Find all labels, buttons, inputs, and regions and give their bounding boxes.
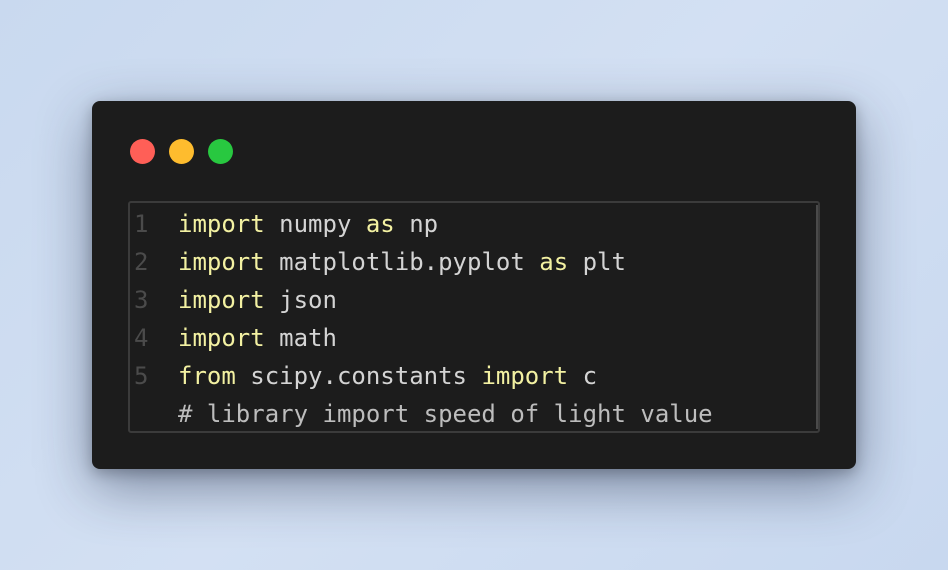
code-token: numpy [264, 210, 366, 238]
keyword-token: from [178, 362, 236, 390]
keyword-token: import [178, 286, 265, 314]
maximize-dot[interactable] [208, 139, 233, 164]
window-controls [130, 139, 233, 164]
code-token: plt [568, 248, 626, 276]
code-window: 1 import numpy as np 2 import matplotlib.py… [92, 101, 856, 469]
code-comment: # library import speed of light value [178, 395, 713, 433]
code-token: json [264, 286, 337, 314]
code-text: import json [178, 281, 337, 319]
line-number: 5 [134, 362, 149, 390]
keyword-token: import [481, 362, 569, 390]
code-line: 1 import numpy as np [130, 205, 818, 243]
code-line: 3 import json [130, 281, 818, 319]
close-dot[interactable] [130, 139, 155, 164]
code-token: c [568, 362, 598, 390]
code-token: matplotlib.pyplot [264, 248, 540, 276]
code-line: # library import speed of light value [130, 395, 818, 433]
code-token: # library import speed of light value [178, 400, 713, 428]
code-token: math [264, 324, 337, 352]
code-line: 5 from scipy.constants import c [130, 357, 818, 395]
line-number: 4 [134, 324, 149, 352]
keyword-token: import [178, 324, 265, 352]
code-line: 2 import matplotlib.pyplot as plt [130, 243, 818, 281]
code-token: scipy.constants [235, 362, 482, 390]
code-text: from scipy.constants import c [178, 357, 597, 395]
line-number: 1 [134, 210, 149, 238]
code-token: np [394, 210, 439, 238]
keyword-token: import [178, 248, 265, 276]
code-text: import matplotlib.pyplot as plt [178, 243, 626, 281]
code-editor[interactable]: 1 import numpy as np 2 import matplotlib.py… [128, 201, 820, 433]
keyword-token: import [178, 210, 265, 238]
keyword-token: as [365, 210, 395, 238]
code-line: 4 import math [130, 319, 818, 357]
line-number: 2 [134, 248, 149, 276]
minimize-dot[interactable] [169, 139, 194, 164]
code-text: import math [178, 319, 337, 357]
code-text: import numpy as np [178, 205, 438, 243]
keyword-token: as [539, 248, 569, 276]
line-number: 3 [134, 286, 149, 314]
